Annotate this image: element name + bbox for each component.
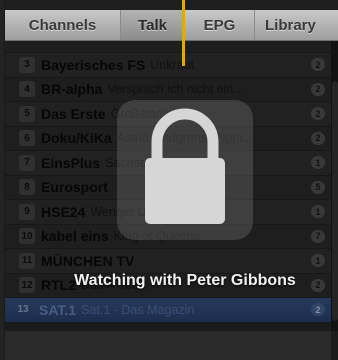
channel-window: Channels Talk EPG Library 3 Bayerisches … [4, 0, 338, 360]
tab-bar: Channels Talk EPG Library [5, 10, 338, 41]
drag-indicator-line [182, 0, 185, 66]
tab-talk[interactable]: Talk [121, 10, 185, 40]
lock-overlay [117, 100, 253, 240]
lock-icon [135, 108, 235, 235]
tab-library[interactable]: Library [255, 10, 338, 40]
title-strip [5, 0, 338, 10]
watching-message: Watching with Peter Gibbons [74, 272, 296, 289]
tab-channels[interactable]: Channels [5, 10, 121, 40]
tab-epg[interactable]: EPG [185, 10, 255, 40]
